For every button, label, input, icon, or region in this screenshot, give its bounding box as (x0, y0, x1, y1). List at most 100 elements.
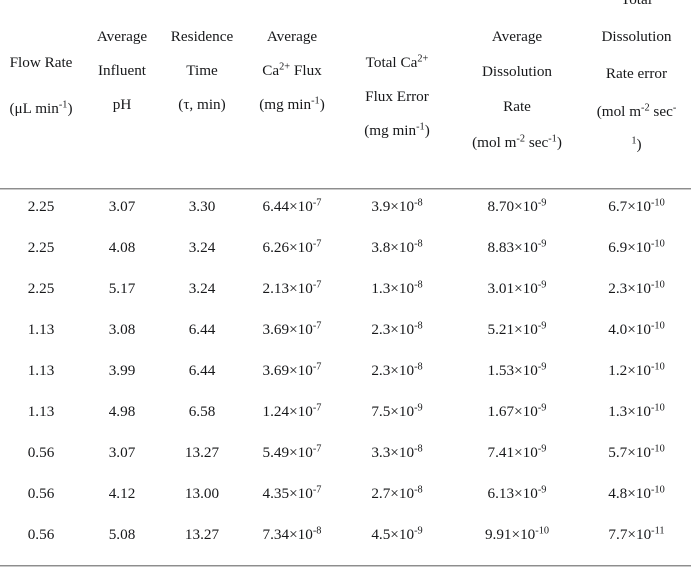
cell-flow-rate: 0.56 (27, 526, 55, 543)
column-header-total-ca-flux-error: Total Ca2+ Flux Error (mg min-1) (342, 53, 452, 140)
cell-total-ca-flux-error: 7.5×10-9 (371, 402, 423, 420)
cell-average-influent-ph: 4.08 (108, 239, 136, 256)
table-row: 0.56 3.07 13.27 5.49×10-7 3.3×10-8 7.41×10-9 5… (0, 437, 691, 478)
header-line: Dissolution (481, 63, 553, 81)
cell-average-ca-flux: 6.44×10-7 (262, 197, 322, 215)
header-line-clipped: Total (582, 0, 691, 7)
cell-total-dissolution-rate-error: 6.9×10-10 (608, 238, 665, 256)
cell-average-dissolution-rate: 5.21×10-9 (487, 320, 547, 338)
header-line: Residence (170, 28, 234, 45)
table-row: 0.56 5.08 13.27 7.34×10-8 4.5×10-9 9.91×10-10… (0, 519, 691, 560)
cell-average-influent-ph: 5.08 (108, 526, 136, 543)
cell-total-ca-flux-error: 2.3×10-8 (371, 320, 423, 338)
header-line: Flux Error (365, 88, 429, 106)
column-header-flow-rate: Flow Rate (μL min-1) (0, 54, 82, 118)
cell-flow-rate: 1.13 (27, 321, 55, 338)
cell-average-influent-ph: 4.12 (108, 485, 136, 502)
cell-residence-time: 6.58 (188, 403, 216, 420)
footer-rule (0, 565, 691, 567)
cell-average-dissolution-rate: 8.83×10-9 (487, 238, 547, 256)
cell-residence-time: 3.24 (188, 280, 216, 297)
cell-average-ca-flux: 4.35×10-7 (262, 484, 322, 502)
cell-average-dissolution-rate: 9.91×10-10 (484, 525, 550, 543)
cell-average-ca-flux: 7.34×10-8 (262, 525, 322, 543)
cell-average-influent-ph: 3.99 (108, 362, 136, 379)
cell-total-ca-flux-error: 3.9×10-8 (371, 197, 423, 215)
column-header-total-dissolution-rate-error: Total Dissolution Rate error (mol m-2 se… (582, 0, 691, 152)
header-line: Average (96, 28, 148, 45)
cell-average-ca-flux: 5.49×10-7 (262, 443, 322, 461)
cell-average-dissolution-rate: 6.13×10-9 (487, 484, 547, 502)
header-unit: (mol m-2 sec-1) (596, 102, 677, 153)
cell-total-ca-flux-error: 3.8×10-8 (371, 238, 423, 256)
cell-average-dissolution-rate: 7.41×10-9 (487, 443, 547, 461)
cell-average-influent-ph: 3.08 (108, 321, 136, 338)
cell-average-influent-ph: 5.17 (108, 280, 136, 297)
cell-flow-rate: 2.25 (27, 198, 55, 215)
cell-average-dissolution-rate: 3.01×10-9 (487, 279, 547, 297)
header-line: Dissolution (601, 28, 672, 46)
cell-total-dissolution-rate-error: 1.3×10-10 (608, 402, 665, 420)
cell-total-ca-flux-error: 1.3×10-8 (371, 279, 423, 297)
cell-total-ca-flux-error: 2.3×10-8 (371, 361, 423, 379)
header-line: Flow Rate (9, 54, 73, 71)
cell-average-influent-ph: 3.07 (108, 198, 136, 215)
header-unit: (mg min-1) (364, 122, 430, 140)
cell-total-dissolution-rate-error: 2.3×10-10 (608, 279, 665, 297)
cell-residence-time: 3.24 (188, 239, 216, 256)
cell-residence-time: 3.30 (188, 198, 216, 215)
cell-average-ca-flux: 6.26×10-7 (262, 238, 322, 256)
table-row: 0.56 4.12 13.00 4.35×10-7 2.7×10-8 6.13×10-9 4… (0, 478, 691, 519)
cell-flow-rate: 0.56 (27, 444, 55, 461)
header-line: pH (112, 96, 132, 114)
table-row: 2.25 3.07 3.30 6.44×10-7 3.9×10-8 8.70×10-9 6.… (0, 191, 691, 232)
cell-total-dissolution-rate-error: 5.7×10-10 (608, 443, 665, 461)
cell-flow-rate: 0.56 (27, 485, 55, 502)
header-line: Average (491, 28, 543, 45)
cell-average-ca-flux: 3.69×10-7 (262, 320, 322, 338)
header-line: Average (266, 28, 318, 45)
cell-residence-time: 13.00 (184, 485, 220, 502)
cell-average-dissolution-rate: 1.53×10-9 (487, 361, 547, 379)
column-header-residence-time: Residence Time (τ, min) (162, 29, 242, 113)
cell-total-dissolution-rate-error: 6.7×10-10 (608, 197, 665, 215)
cell-average-dissolution-rate: 1.67×10-9 (487, 402, 547, 420)
cell-average-influent-ph: 3.07 (108, 444, 136, 461)
cell-total-ca-flux-error: 3.3×10-8 (371, 443, 423, 461)
header-rule (0, 188, 691, 190)
header-line: Time (186, 62, 218, 80)
table-row: 2.25 4.08 3.24 6.26×10-7 3.8×10-8 8.83×10-9 6.… (0, 232, 691, 273)
cell-total-dissolution-rate-error: 1.2×10-10 (608, 361, 665, 379)
cell-flow-rate: 1.13 (27, 362, 55, 379)
header-line: Ca2+ Flux (262, 61, 322, 80)
cell-total-ca-flux-error: 4.5×10-9 (371, 525, 423, 543)
cell-average-dissolution-rate: 8.70×10-9 (487, 197, 547, 215)
cell-residence-time: 6.44 (188, 362, 216, 379)
table-row: 1.13 3.08 6.44 3.69×10-7 2.3×10-8 5.21×10-9 4.… (0, 314, 691, 355)
cell-residence-time: 13.27 (184, 444, 220, 461)
table-header: Flow Rate (μL min-1) Average Influent pH… (0, 0, 691, 189)
cell-total-dissolution-rate-error: 4.0×10-10 (608, 320, 665, 338)
header-unit: (μL min-1) (9, 99, 73, 118)
column-header-average-ca-flux: Average Ca2+ Flux (mg min-1) (242, 29, 342, 113)
cell-flow-rate: 1.13 (27, 403, 55, 420)
column-header-average-dissolution-rate: Average Dissolution Rate (mol m-2 sec-1) (452, 29, 582, 150)
cell-total-ca-flux-error: 2.7×10-8 (371, 484, 423, 502)
column-header-average-influent-ph: Average Influent pH (82, 29, 162, 113)
cell-total-dissolution-rate-error: 7.7×10-11 (608, 525, 665, 543)
header-line: Total Ca2+ (365, 53, 429, 71)
header-line: Rate error (605, 65, 668, 83)
cell-average-ca-flux: 3.69×10-7 (262, 361, 322, 379)
table-row: 1.13 4.98 6.58 1.24×10-7 7.5×10-9 1.67×10-9 1.… (0, 396, 691, 437)
header-line: Influent (97, 62, 147, 80)
cell-average-ca-flux: 2.13×10-7 (262, 279, 322, 297)
header-unit: (mol m-2 sec-1) (472, 133, 562, 151)
cell-flow-rate: 2.25 (27, 239, 55, 256)
header-unit: (τ, min) (178, 96, 226, 114)
table-body: 2.25 3.07 3.30 6.44×10-7 3.9×10-8 8.70×10-9 6.… (0, 191, 691, 560)
cell-average-influent-ph: 4.98 (108, 403, 136, 420)
table-row: 2.25 5.17 3.24 2.13×10-7 1.3×10-8 3.01×10-9 2.… (0, 273, 691, 314)
header-unit: (mg min-1) (259, 96, 325, 114)
data-table: Flow Rate (μL min-1) Average Influent pH… (0, 0, 691, 578)
table-row: 1.13 3.99 6.44 3.69×10-7 2.3×10-8 1.53×10-9 1.… (0, 355, 691, 396)
